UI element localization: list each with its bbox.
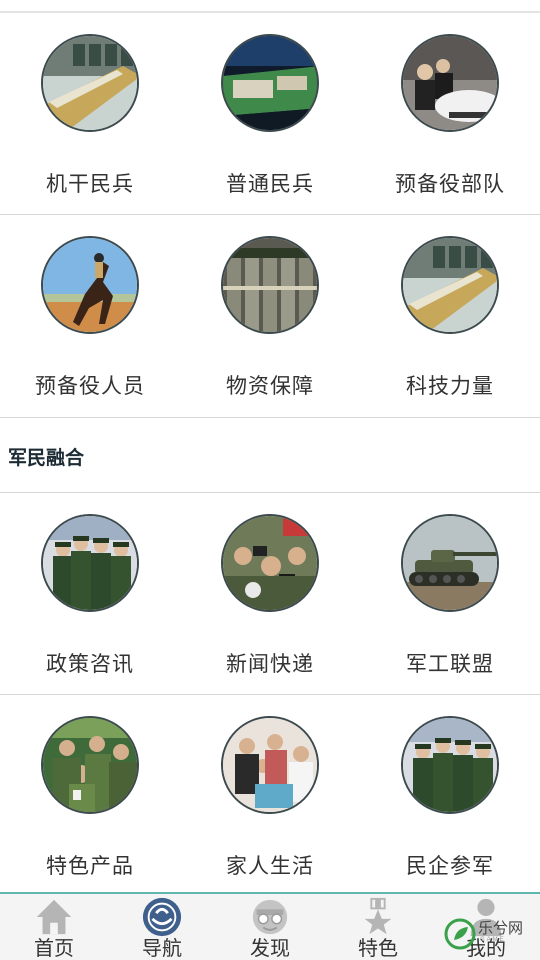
grid-item-label: 科技力量 [406, 375, 494, 398]
grid-row-4: 特色产品 家人生活 民企参军 [0, 716, 540, 879]
tab-home[interactable]: 首页 [0, 894, 108, 960]
grid-item-putong-minbing[interactable]: 普通民兵 [180, 34, 360, 197]
grid-item-jigan-minbing[interactable]: 机干民兵 [0, 34, 180, 197]
grid-item-label: 民企参军 [406, 855, 494, 878]
grid-item-minqi-canjun[interactable]: 民企参军 [360, 716, 540, 879]
watermark-subtext: GAME [480, 937, 506, 943]
press-crowd-photo [221, 514, 319, 612]
grid-item-jungong-lianmeng[interactable]: 军工联盟 [360, 514, 540, 677]
section-title: 军民融合 [8, 448, 85, 469]
grid-row-1: 机干民兵 普通民兵 预备役部队 [0, 34, 540, 197]
tab-navigation[interactable]: 导航 [108, 894, 216, 960]
row-divider [0, 214, 540, 215]
tab-label: 发现 [250, 938, 290, 960]
discover-icon [252, 899, 288, 935]
row-divider [0, 694, 540, 695]
section-header: 军民融合 [0, 417, 540, 493]
family-photo [221, 716, 319, 814]
grid-item-label: 军工联盟 [406, 653, 494, 676]
home-icon [36, 899, 72, 935]
tab-label: 导航 [142, 938, 182, 960]
grid-item-label: 特色产品 [46, 855, 134, 878]
grid-item-label: 政策咨讯 [46, 653, 134, 676]
tab-label: 首页 [34, 938, 74, 960]
grid-row-3: 政策咨讯 新闻快递 军工联盟 [0, 514, 540, 677]
tank-photo [401, 514, 499, 612]
grid-item-yubeiyi-renyuan[interactable]: 预备役人员 [0, 236, 180, 399]
grid-item-label: 预备役人员 [35, 375, 145, 398]
horse-rider-photo [41, 236, 139, 334]
grid-item-xinwen-kuaidi[interactable]: 新闻快递 [180, 514, 360, 677]
grid-item-tese-chanpin[interactable]: 特色产品 [0, 716, 180, 879]
tab-discover[interactable]: 发现 [216, 894, 324, 960]
leaf-logo-icon [444, 918, 476, 950]
grid-item-wuzi-baozhang[interactable]: 物资保障 [180, 236, 360, 399]
watermark-text: 乐兮网 [478, 920, 524, 937]
soldiers-formation-photo [221, 236, 319, 334]
medal-icon [364, 897, 392, 935]
watermark-logo: 乐兮网 GAME [444, 915, 540, 955]
grid-item-label: 家人生活 [226, 855, 314, 878]
grid-item-jiaren-shenghuo[interactable]: 家人生活 [180, 716, 360, 879]
grid-item-zhengce-zixun[interactable]: 政策咨讯 [0, 514, 180, 677]
officers-group-photo [41, 514, 139, 612]
officers-group-photo [401, 716, 499, 814]
navigation-icon [142, 897, 182, 937]
grid-item-label: 普通民兵 [226, 173, 314, 196]
tab-featured[interactable]: 特色 [324, 894, 432, 960]
sand-table-photo [221, 34, 319, 132]
control-room-photo [41, 34, 139, 132]
grid-item-label: 机干民兵 [46, 173, 134, 196]
grid-item-label: 物资保障 [226, 375, 314, 398]
grid-item-keji-liliang[interactable]: 科技力量 [360, 236, 540, 399]
exhibition-photo [401, 34, 499, 132]
top-divider [0, 11, 540, 13]
grid-row-2: 预备役人员 物资保障 科技力量 [0, 236, 540, 399]
camouflage-soldiers-photo [41, 716, 139, 814]
control-room-photo [401, 236, 499, 334]
grid-item-label: 预备役部队 [395, 173, 505, 196]
tab-label: 特色 [358, 938, 398, 960]
grid-item-label: 新闻快递 [226, 653, 314, 676]
grid-item-yubeiyi-budui[interactable]: 预备役部队 [360, 34, 540, 197]
